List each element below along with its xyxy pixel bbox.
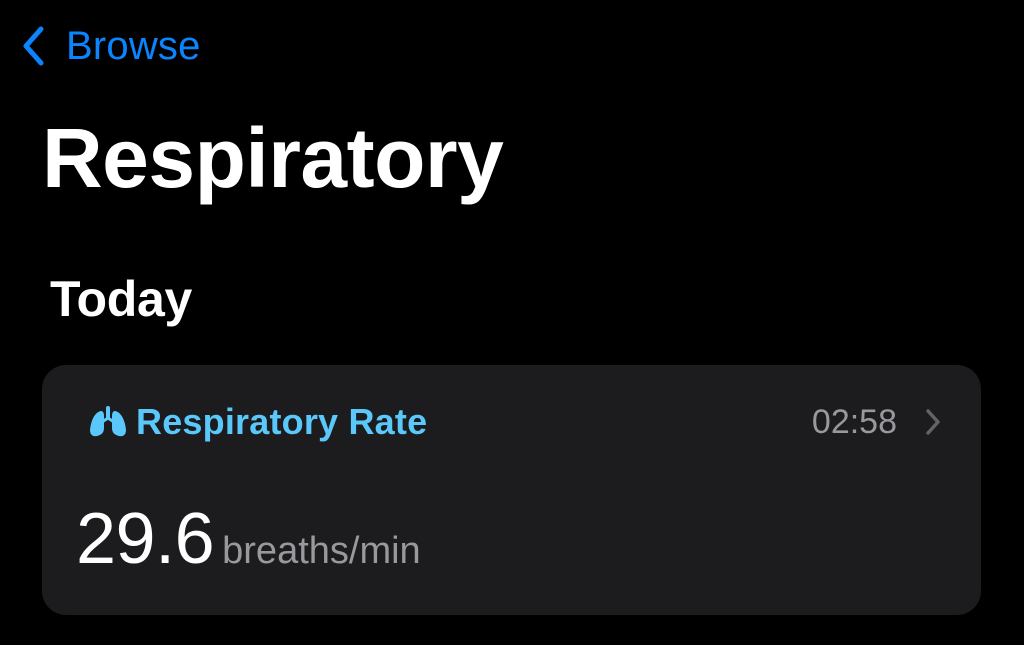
- section-heading-today: Today: [50, 271, 193, 327]
- page-title: Respiratory: [42, 111, 504, 205]
- health-respiratory-screen: Browse Respiratory Today Respiratory Rat…: [0, 0, 1024, 645]
- card-timestamp: 02:58: [811, 403, 897, 441]
- chevron-left-icon: [23, 26, 44, 66]
- chevron-right-icon: [926, 409, 940, 435]
- respiratory-rate-unit: breaths/min: [222, 530, 421, 572]
- respiratory-rate-value: 29.6: [76, 499, 215, 579]
- back-button[interactable]: Browse: [22, 18, 201, 74]
- card-header: Respiratory Rate 02:58: [86, 399, 941, 445]
- respiratory-rate-card[interactable]: Respiratory Rate 02:58 29.6 breaths/min: [42, 365, 981, 615]
- back-button-label: Browse: [66, 24, 201, 68]
- lungs-icon: [90, 406, 126, 437]
- reading: 29.6 breaths/min: [76, 503, 421, 575]
- card-title: Respiratory Rate: [136, 401, 428, 442]
